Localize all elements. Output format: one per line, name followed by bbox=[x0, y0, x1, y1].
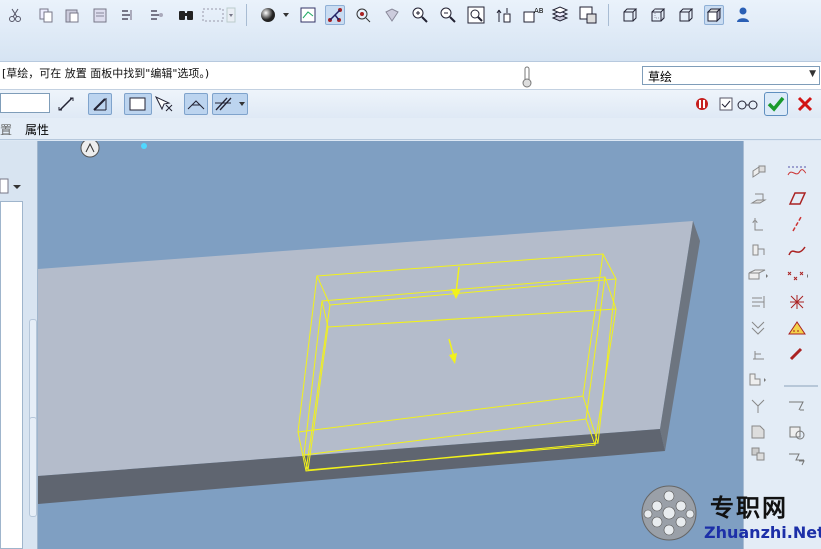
preview-checkbox[interactable] bbox=[714, 93, 738, 115]
mirror-icon[interactable] bbox=[747, 443, 769, 465]
shading-icon[interactable] bbox=[258, 5, 292, 25]
datum-point-icon[interactable]: AB bbox=[522, 5, 546, 25]
model-viewport-svg[interactable] bbox=[38, 141, 743, 549]
tab-properties[interactable]: 属性 bbox=[25, 121, 49, 138]
csys-icon[interactable] bbox=[786, 291, 808, 313]
paste-special-icon[interactable] bbox=[90, 5, 110, 25]
thicken-icon[interactable] bbox=[88, 93, 112, 115]
datum-plane-icon[interactable] bbox=[747, 161, 769, 183]
rib-icon[interactable] bbox=[747, 317, 769, 339]
select-box-icon[interactable] bbox=[200, 5, 238, 25]
tab-placement[interactable]: 置 bbox=[0, 121, 12, 138]
datum-axis-icon[interactable] bbox=[494, 5, 514, 25]
toolbar-separator bbox=[784, 385, 818, 387]
preview-glasses-icon[interactable] bbox=[736, 93, 760, 115]
wireframe-icon[interactable] bbox=[620, 5, 640, 25]
dashboard-tabs: 置 属性 bbox=[0, 118, 821, 140]
model-tree[interactable] bbox=[0, 201, 23, 549]
pattern-icon[interactable] bbox=[786, 421, 808, 443]
depth-icon[interactable] bbox=[54, 93, 78, 115]
cancel-button[interactable] bbox=[794, 92, 816, 116]
chain-icon[interactable] bbox=[786, 343, 808, 365]
chevron-down-icon: ▼ bbox=[809, 69, 816, 79]
chamfer-icon[interactable] bbox=[747, 421, 769, 443]
top-toolbar: AB bbox=[0, 0, 821, 62]
cut-icon[interactable] bbox=[5, 5, 25, 25]
zoom-out-icon[interactable] bbox=[438, 5, 458, 25]
spin-center-icon[interactable] bbox=[325, 5, 345, 25]
shaded-icon[interactable] bbox=[704, 5, 724, 25]
ok-button[interactable] bbox=[764, 92, 788, 116]
revolve-icon[interactable] bbox=[747, 213, 769, 235]
refit-icon[interactable] bbox=[298, 5, 318, 25]
graphics-window[interactable] bbox=[38, 141, 743, 549]
model-tree-icon[interactable] bbox=[578, 5, 598, 25]
message-bar: [草绘，可在 放置 面板中找到"编辑"选项。) 草绘 ▼ bbox=[0, 62, 821, 90]
csys-icon[interactable] bbox=[550, 5, 570, 25]
thermometer-icon bbox=[521, 66, 533, 91]
draft-icon[interactable] bbox=[747, 369, 769, 391]
site-watermark: 专职网 Zhuanzhi.Net bbox=[640, 484, 821, 549]
find-icon[interactable] bbox=[176, 5, 196, 25]
sketch-filter-value: 草绘 bbox=[648, 70, 673, 84]
spin-center-marker bbox=[141, 143, 147, 149]
shell-icon[interactable] bbox=[747, 343, 769, 365]
layer-icon[interactable] bbox=[382, 5, 402, 25]
close-icon bbox=[797, 96, 813, 112]
check-icon bbox=[767, 96, 785, 112]
paste-icon[interactable] bbox=[62, 5, 82, 25]
datum-curve-icon[interactable] bbox=[786, 161, 808, 183]
analysis-icon[interactable] bbox=[786, 317, 808, 339]
round-icon[interactable] bbox=[747, 395, 769, 417]
status-message: [草绘，可在 放置 面板中找到"编辑"选项。) bbox=[2, 67, 210, 80]
rectangle-icon[interactable] bbox=[124, 93, 152, 115]
spline-icon[interactable] bbox=[786, 239, 808, 261]
copy-icon[interactable] bbox=[36, 5, 56, 25]
pause-icon[interactable] bbox=[212, 93, 248, 115]
hidden-line-icon[interactable] bbox=[648, 5, 668, 25]
flip-icon[interactable] bbox=[152, 93, 176, 115]
no-hidden-icon[interactable] bbox=[676, 5, 696, 25]
sketch-filter-select[interactable]: 草绘 ▼ bbox=[642, 66, 820, 85]
hole-icon[interactable] bbox=[747, 291, 769, 313]
watermark-english: Zhuanzhi.Net bbox=[704, 523, 821, 542]
sketch-icon[interactable] bbox=[786, 187, 808, 209]
point-icon[interactable] bbox=[786, 265, 808, 287]
saved-views-icon[interactable] bbox=[353, 5, 373, 25]
pause-feature-icon[interactable] bbox=[690, 93, 714, 115]
zoom-in-icon[interactable] bbox=[410, 5, 430, 25]
group-icon[interactable] bbox=[786, 395, 808, 417]
show-menu-button[interactable] bbox=[0, 177, 30, 197]
user-icon[interactable] bbox=[733, 5, 753, 25]
svg-text:AB: AB bbox=[534, 7, 544, 15]
regen-manager-icon[interactable] bbox=[146, 5, 166, 25]
panel-sash-lower[interactable] bbox=[29, 417, 37, 517]
datum-axis-icon[interactable] bbox=[786, 213, 808, 235]
copy-geom-icon[interactable] bbox=[786, 447, 808, 469]
blend-icon[interactable] bbox=[747, 265, 769, 287]
feature-dashboard bbox=[0, 90, 821, 118]
remove-material-icon[interactable] bbox=[184, 93, 208, 115]
navigator-panel bbox=[0, 141, 38, 549]
regenerate-icon[interactable] bbox=[117, 5, 137, 25]
zoom-fit-icon[interactable] bbox=[466, 5, 486, 25]
depth-value-input[interactable] bbox=[0, 93, 50, 113]
extrude-icon[interactable] bbox=[747, 187, 769, 209]
sweep-icon[interactable] bbox=[747, 239, 769, 261]
globe-logo-icon bbox=[641, 485, 697, 541]
watermark-chinese: 专职网 bbox=[710, 493, 788, 522]
